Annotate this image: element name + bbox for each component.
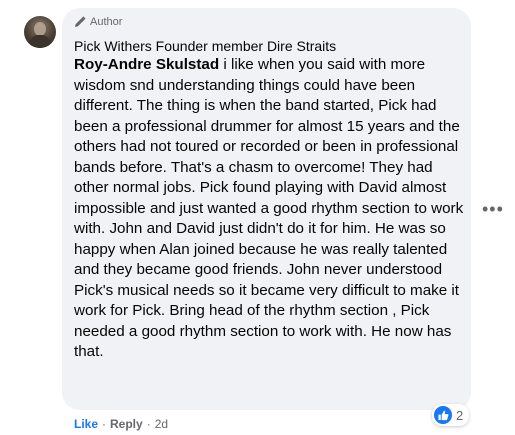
reaction-summary[interactable]: 2 xyxy=(432,404,470,426)
comment-thread: Author Pick Withers Founder member Dire … xyxy=(0,0,515,435)
action-separator: · xyxy=(146,417,151,431)
avatar-face xyxy=(34,22,46,36)
comment-bubble: Author Pick Withers Founder member Dire … xyxy=(62,8,471,410)
mention-link[interactable]: Roy-Andre Skulstad xyxy=(74,56,219,73)
action-separator: · xyxy=(102,417,107,431)
pencil-icon xyxy=(74,16,86,28)
more-options-icon[interactable]: ••• xyxy=(482,200,504,218)
author-badge: Author xyxy=(74,16,122,28)
comment-author-name[interactable]: Pick Withers Founder member Dire Straits xyxy=(74,38,336,54)
comment-body: i like when you said with more wisdom sn… xyxy=(74,56,464,360)
comment-timestamp[interactable]: 2d xyxy=(155,417,168,431)
author-badge-label: Author xyxy=(90,16,123,28)
comment-actions: Like · Reply · 2d xyxy=(74,417,168,431)
avatar[interactable] xyxy=(24,16,56,48)
comment-text: Roy-Andre Skulstad i like when you said … xyxy=(74,55,466,363)
like-icon xyxy=(434,406,452,424)
reply-button[interactable]: Reply xyxy=(110,417,143,431)
avatar-body xyxy=(30,35,50,48)
reaction-count: 2 xyxy=(456,407,464,423)
like-button[interactable]: Like xyxy=(74,417,98,431)
